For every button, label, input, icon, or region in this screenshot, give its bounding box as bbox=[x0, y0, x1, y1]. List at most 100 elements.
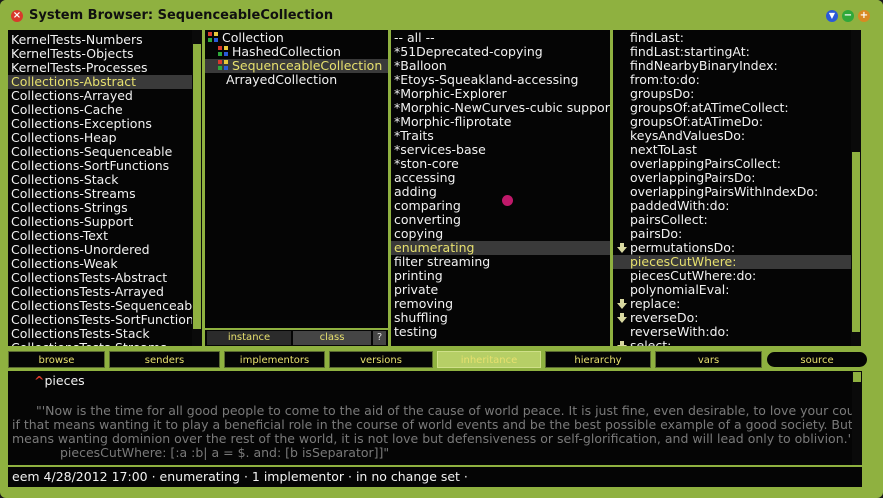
class-item[interactable]: Collection bbox=[205, 31, 388, 45]
category-item[interactable]: CollectionsTests-SortFunctions bbox=[8, 313, 200, 327]
category-item[interactable]: Collections-SortFunctions bbox=[8, 159, 192, 173]
collapse-icon[interactable]: − bbox=[842, 10, 854, 22]
method-item[interactable]: permutationsDo: bbox=[613, 241, 851, 255]
category-item[interactable]: Collections-Streams bbox=[8, 187, 192, 201]
method-item[interactable]: groupsOf:atATimeDo: bbox=[613, 115, 851, 129]
category-item[interactable]: KernelTests-Numbers bbox=[8, 33, 192, 47]
method-item[interactable]: polynomialEval: bbox=[613, 283, 851, 297]
protocol-item[interactable]: *Morphic-NewCurves-cubic support bbox=[391, 101, 610, 115]
class-switch-button[interactable]: class bbox=[293, 331, 371, 345]
hierarchy-button[interactable]: hierarchy bbox=[545, 351, 651, 368]
class-item[interactable]: HashedCollection bbox=[205, 45, 388, 59]
protocol-item[interactable]: *51Deprecated-copying bbox=[391, 45, 610, 59]
close-icon[interactable]: × bbox=[11, 10, 23, 22]
protocol-item[interactable]: accessing bbox=[391, 171, 610, 185]
method-item[interactable]: overlappingPairsCollect: bbox=[613, 157, 851, 171]
method-item[interactable]: nextToLast bbox=[613, 143, 851, 157]
class-item[interactable]: ArrayedCollection bbox=[205, 73, 388, 87]
category-item[interactable]: Collections-Arrayed bbox=[8, 89, 192, 103]
class-list[interactable]: Collection HashedCollection SequenceableCo… bbox=[205, 30, 388, 328]
method-item[interactable]: groupsOf:atATimeCollect: bbox=[613, 101, 851, 115]
instance-switch-button[interactable]: instance bbox=[207, 331, 291, 345]
category-item[interactable]: CollectionsTests-Arrayed bbox=[8, 285, 192, 299]
method-scrollbar[interactable] bbox=[851, 30, 861, 346]
method-item[interactable]: reverseWith:do: bbox=[613, 325, 851, 339]
category-item[interactable]: Collections-Abstract bbox=[8, 75, 192, 89]
method-item[interactable]: pairsDo: bbox=[613, 227, 851, 241]
source-button[interactable]: source bbox=[766, 351, 868, 368]
method-item[interactable]: keysAndValuesDo: bbox=[613, 129, 851, 143]
protocol-item[interactable]: -- all -- bbox=[391, 31, 610, 45]
method-item[interactable]: groupsDo: bbox=[613, 87, 851, 101]
method-item[interactable]: replace: bbox=[613, 297, 851, 311]
code-scrollbar-thumb[interactable] bbox=[853, 372, 861, 382]
category-item[interactable]: KernelTests-Processes bbox=[8, 61, 192, 75]
category-item[interactable]: Collections-Cache bbox=[8, 103, 192, 117]
protocol-item[interactable]: testing bbox=[391, 325, 610, 339]
category-item[interactable]: Collections-Unordered bbox=[8, 243, 192, 257]
method-item[interactable]: findNearbyBinaryIndex: bbox=[613, 59, 851, 73]
expand-icon[interactable]: + bbox=[858, 10, 870, 22]
code-pane[interactable]: ^pieces "'Now is the time for all good p… bbox=[8, 371, 862, 465]
category-scrollbar-thumb[interactable] bbox=[193, 44, 201, 329]
code-scrollbar[interactable] bbox=[852, 371, 862, 465]
method-item[interactable]: findLast: bbox=[613, 31, 851, 45]
help-button[interactable]: ? bbox=[373, 331, 386, 345]
protocol-item[interactable]: adding bbox=[391, 185, 610, 199]
browse-button[interactable]: browse bbox=[8, 351, 105, 368]
method-item[interactable]: piecesCutWhere: bbox=[613, 255, 851, 269]
category-scrollbar[interactable] bbox=[192, 30, 202, 346]
protocol-item[interactable]: *Balloon bbox=[391, 59, 610, 73]
category-item[interactable]: CollectionsTests-Stack bbox=[8, 327, 192, 341]
protocol-item[interactable]: *Traits bbox=[391, 129, 610, 143]
method-item[interactable]: select: bbox=[613, 339, 851, 346]
category-item[interactable]: Collections-Support bbox=[8, 215, 192, 229]
category-item[interactable]: CollectionsTests-Sequenceable bbox=[8, 299, 202, 313]
vars-button[interactable]: vars bbox=[655, 351, 762, 368]
protocol-item[interactable]: filter streaming bbox=[391, 255, 610, 269]
inheritance-button[interactable]: inheritance bbox=[437, 351, 541, 368]
method-list[interactable]: findLast: findLast:startingAt: findNearbyB… bbox=[613, 30, 861, 346]
category-item[interactable]: Collections-Weak bbox=[8, 257, 192, 271]
protocol-item[interactable]: *ston-core bbox=[391, 157, 610, 171]
protocol-list[interactable]: -- all -- *51Deprecated-copying *Balloon *E… bbox=[391, 30, 610, 346]
title-bar[interactable]: × System Browser: SequenceableCollection… bbox=[0, 0, 883, 30]
method-item[interactable]: paddedWith:do: bbox=[613, 199, 851, 213]
category-item[interactable]: Collections-Strings bbox=[8, 201, 192, 215]
window-menu-icon[interactable]: ▼ bbox=[826, 10, 838, 22]
category-item[interactable]: Collections-Exceptions bbox=[8, 117, 192, 131]
method-item[interactable]: pairsCollect: bbox=[613, 213, 851, 227]
protocol-item[interactable]: printing bbox=[391, 269, 610, 283]
method-item[interactable]: reverseDo: bbox=[613, 311, 851, 325]
method-item[interactable]: piecesCutWhere:do: bbox=[613, 269, 851, 283]
protocol-item[interactable]: enumerating bbox=[391, 241, 610, 255]
protocol-item[interactable]: shuffling bbox=[391, 311, 610, 325]
category-item[interactable]: Collections-Stack bbox=[8, 173, 192, 187]
method-item[interactable]: findLast:startingAt: bbox=[613, 45, 851, 59]
category-item[interactable]: Collections-Sequenceable bbox=[8, 145, 192, 159]
category-item[interactable]: Collections-Heap bbox=[8, 131, 192, 145]
protocol-item[interactable]: converting bbox=[391, 213, 610, 227]
method-scrollbar-thumb[interactable] bbox=[852, 152, 860, 332]
class-item[interactable]: SequenceableCollection bbox=[205, 59, 388, 73]
protocol-item[interactable]: removing bbox=[391, 297, 610, 311]
versions-button[interactable]: versions bbox=[329, 351, 433, 368]
category-item[interactable]: CollectionsTests-Streams bbox=[8, 341, 192, 347]
protocol-item[interactable]: *Morphic-Explorer bbox=[391, 87, 610, 101]
senders-button[interactable]: senders bbox=[109, 351, 220, 368]
method-item[interactable]: from:to:do: bbox=[613, 73, 851, 87]
system-category-list[interactable]: KernelTests-Numbers KernelTests-Objects Ke… bbox=[8, 30, 202, 346]
protocol-item[interactable]: *Etoys-Squeakland-accessing bbox=[391, 73, 610, 87]
protocol-item[interactable]: *Morphic-fliprotate bbox=[391, 115, 610, 129]
protocol-item[interactable]: private bbox=[391, 283, 610, 297]
method-item[interactable]: overlappingPairsDo: bbox=[613, 171, 851, 185]
category-item[interactable]: CollectionsTests-Abstract bbox=[8, 271, 192, 285]
protocol-item[interactable]: comparing bbox=[391, 199, 610, 213]
category-item[interactable]: Collections-Text bbox=[8, 229, 192, 243]
implementors-button[interactable]: implementors bbox=[224, 351, 325, 368]
protocol-item[interactable]: *services-base bbox=[391, 143, 610, 157]
category-item[interactable]: KernelTests-Objects bbox=[8, 47, 192, 61]
method-item[interactable]: overlappingPairsWithIndexDo: bbox=[613, 185, 851, 199]
protocol-item[interactable]: copying bbox=[391, 227, 610, 241]
method-item-label: findLast:startingAt: bbox=[630, 44, 750, 59]
